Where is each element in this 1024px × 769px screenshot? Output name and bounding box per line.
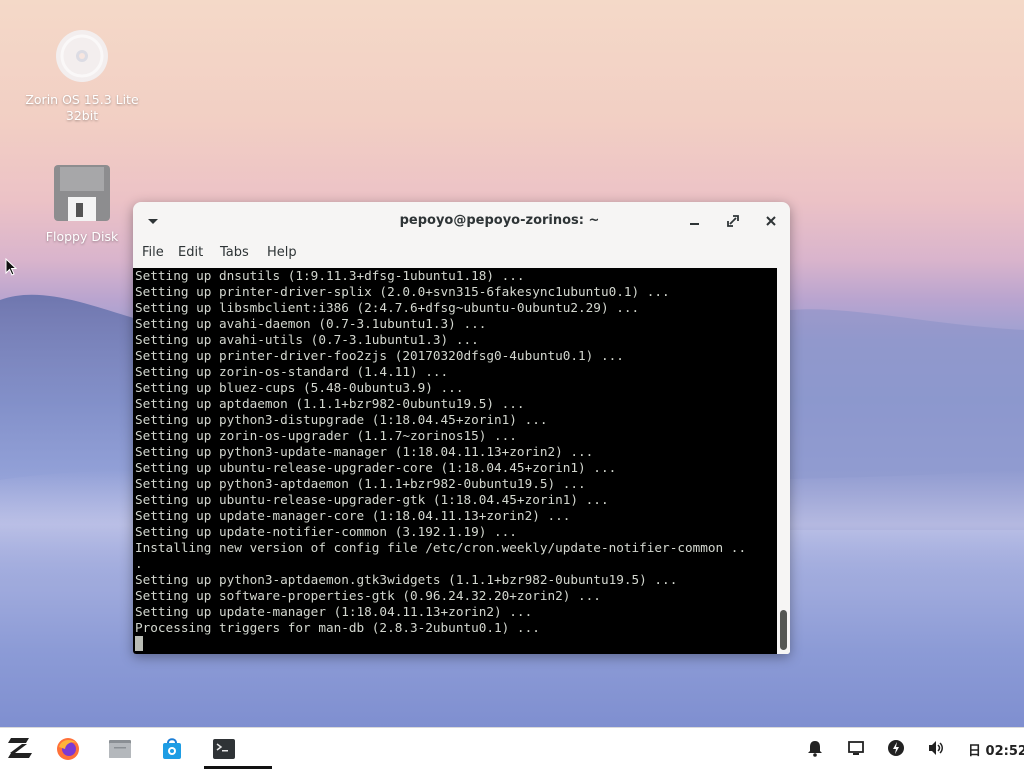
floppy-disk-icon — [54, 165, 110, 221]
clock[interactable]: 日 02:52 — [968, 740, 1024, 759]
menu-tabs[interactable]: Tabs — [220, 245, 249, 260]
terminal-line: Setting up update-notifier-common (3.192… — [135, 524, 517, 539]
taskbar-terminal[interactable] — [202, 728, 272, 769]
maximize-icon[interactable] — [724, 212, 742, 230]
terminal-line: Setting up python3-aptdaemon (1.1.1+bzr9… — [135, 476, 586, 491]
terminal-window[interactable]: pepoyo@pepoyo-zorinos: ~ File Edit Tabs … — [133, 202, 790, 654]
minimize-icon[interactable] — [686, 212, 704, 230]
terminal-line: Setting up printer-driver-foo2zjs (20170… — [135, 348, 624, 363]
clock-date-glyph: 日 — [968, 744, 982, 759]
terminal-line: Setting up avahi-utils (0.7-3.1ubuntu1.3… — [135, 332, 479, 347]
scrollbar-thumb[interactable] — [780, 610, 787, 650]
taskbar-firefox[interactable] — [46, 728, 90, 769]
window-menubar: File Edit Tabs Help — [133, 242, 790, 266]
taskbar: 日 02:52 — [0, 727, 1024, 769]
terminal-line: . — [135, 556, 143, 571]
optical-disc-icon — [56, 30, 108, 82]
window-titlebar[interactable]: pepoyo@pepoyo-zorinos: ~ — [133, 202, 790, 240]
taskbar-software-store[interactable] — [150, 728, 194, 769]
display-icon[interactable] — [847, 739, 865, 757]
files-icon — [109, 740, 131, 758]
mouse-pointer-icon — [5, 258, 17, 276]
terminal-output[interactable]: Setting up dnsutils (1:9.11.3+dfsg-1ubun… — [133, 268, 777, 654]
terminal-line: Setting up ubuntu-release-upgrader-gtk (… — [135, 492, 609, 507]
clock-time: 02:52 — [985, 744, 1024, 759]
desktop: Zorin OS 15.3 Lite 32bit Floppy Disk pep… — [0, 0, 1024, 768]
zorin-menu-icon — [8, 738, 32, 758]
terminal-icon — [213, 739, 235, 759]
terminal-line: Setting up dnsutils (1:9.11.3+dfsg-1ubun… — [135, 268, 525, 283]
terminal-line: Installing new version of config file /e… — [135, 540, 747, 555]
notification-bell-icon[interactable] — [806, 739, 824, 757]
terminal-line: Setting up zorin-os-upgrader (1.1.7~zori… — [135, 428, 517, 443]
terminal-line: Processing triggers for man-db (2.8.3-2u… — [135, 620, 540, 635]
terminal-line: Setting up zorin-os-standard (1.4.11) ..… — [135, 364, 449, 379]
terminal-line: Setting up bluez-cups (5.48-0ubuntu3.9) … — [135, 380, 464, 395]
terminal-cursor — [135, 636, 143, 651]
terminal-line: Setting up libsmbclient:i386 (2:4.7.6+df… — [135, 300, 640, 315]
terminal-line: Setting up update-manager (1:18.04.11.13… — [135, 604, 533, 619]
terminal-line: Setting up printer-driver-splix (2.0.0+s… — [135, 284, 670, 299]
terminal-scrollbar[interactable] — [777, 268, 790, 654]
taskbar-files[interactable] — [98, 728, 142, 769]
menu-edit[interactable]: Edit — [178, 245, 203, 260]
terminal-line: Setting up python3-distupgrade (1:18.04.… — [135, 412, 548, 427]
zorin-menu-button[interactable] — [0, 728, 44, 769]
terminal-line: Setting up software-properties-gtk (0.96… — [135, 588, 601, 603]
desktop-icon-label-line2: 32bit — [65, 108, 99, 123]
power-icon[interactable] — [887, 739, 905, 757]
software-store-icon — [163, 738, 181, 759]
close-icon[interactable] — [762, 212, 780, 230]
terminal-line: Setting up aptdaemon (1.1.1+bzr982-0ubun… — [135, 396, 525, 411]
terminal-line: Setting up ubuntu-release-upgrader-core … — [135, 460, 617, 475]
menu-help[interactable]: Help — [267, 245, 297, 260]
terminal-line: Setting up python3-update-manager (1:18.… — [135, 444, 594, 459]
desktop-icon-label: Floppy Disk — [45, 229, 119, 244]
desktop-icon-floppy-disk[interactable]: Floppy Disk — [17, 165, 147, 245]
desktop-icon-zorin-disc[interactable]: Zorin OS 15.3 Lite 32bit — [17, 28, 147, 124]
terminal-line: Setting up python3-aptdaemon.gtk3widgets… — [135, 572, 678, 587]
firefox-icon — [57, 738, 79, 760]
terminal-line: Setting up avahi-daemon (0.7-3.1ubuntu1.… — [135, 316, 487, 331]
terminal-line: Setting up update-manager-core (1:18.04.… — [135, 508, 571, 523]
desktop-icon-label-line1: Zorin OS 15.3 Lite — [25, 92, 139, 107]
volume-icon[interactable] — [927, 739, 945, 757]
menu-file[interactable]: File — [142, 245, 164, 260]
terminal-lines: Setting up dnsutils (1:9.11.3+dfsg-1ubun… — [135, 268, 746, 636]
